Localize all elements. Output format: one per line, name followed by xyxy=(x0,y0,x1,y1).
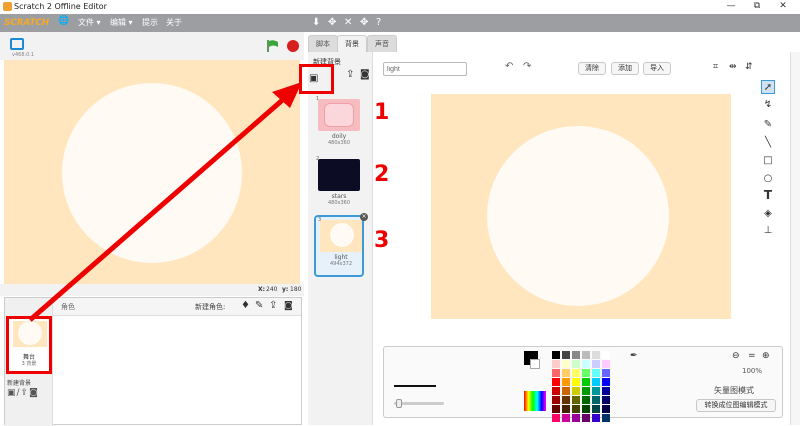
annotation-number-2: 2 xyxy=(374,162,390,187)
annotation-arrow xyxy=(28,82,302,322)
annotation-number-3: 3 xyxy=(374,228,390,253)
annotation-number-1: 1 xyxy=(374,100,390,125)
